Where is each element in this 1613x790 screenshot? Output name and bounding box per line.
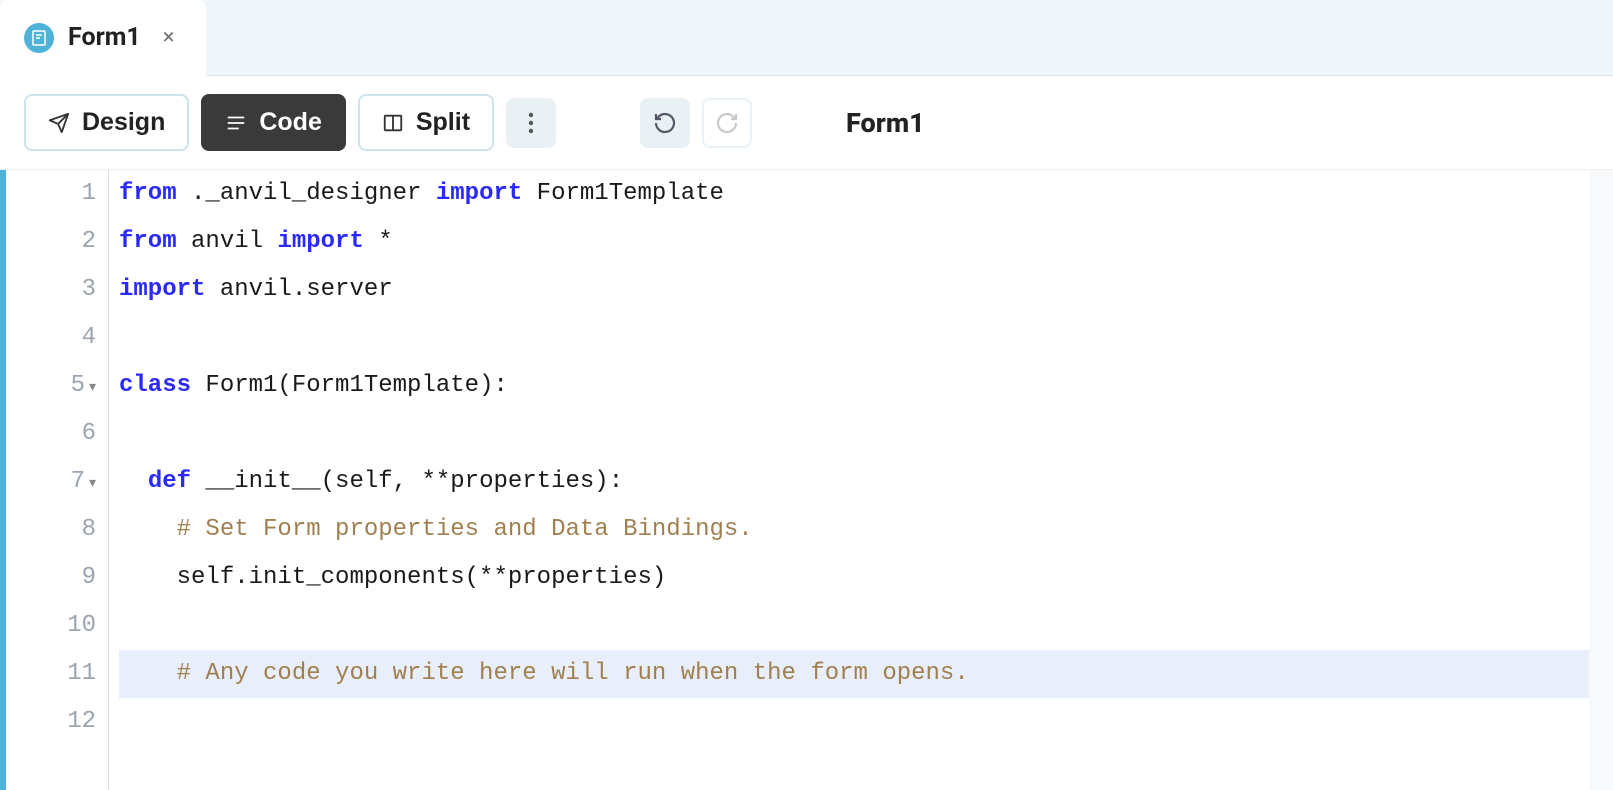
lines-icon — [225, 112, 247, 134]
tab-title: Form1 — [68, 23, 141, 52]
undo-icon — [653, 111, 677, 135]
form-icon — [24, 23, 54, 53]
code-editor[interactable]: 12345▾67▾89101112 from ._anvil_designer … — [0, 170, 1613, 790]
line-number: 4 — [30, 314, 96, 362]
line-number: 11 — [30, 650, 96, 698]
code-line[interactable]: from ._anvil_designer import Form1Templa… — [119, 170, 1589, 218]
line-number: 5▾ — [30, 362, 96, 410]
line-number: 9 — [30, 554, 96, 602]
line-number: 3 — [30, 266, 96, 314]
line-number: 1 — [30, 170, 96, 218]
fold-indicator[interactable]: ▾ — [89, 380, 96, 396]
close-icon[interactable]: × — [155, 21, 183, 54]
fold-indicator[interactable]: ▾ — [89, 476, 96, 492]
code-line[interactable] — [119, 314, 1589, 362]
kebab-icon — [528, 112, 534, 134]
code-area[interactable]: from ._anvil_designer import Form1Templa… — [108, 170, 1589, 790]
code-line[interactable] — [119, 698, 1589, 746]
split-button[interactable]: Split — [358, 94, 494, 151]
code-line[interactable] — [119, 602, 1589, 650]
line-number: 12 — [30, 698, 96, 746]
split-icon — [382, 112, 404, 134]
redo-icon — [715, 111, 739, 135]
code-line[interactable]: self.init_components(**properties) — [119, 554, 1589, 602]
line-number: 10 — [30, 602, 96, 650]
design-button[interactable]: Design — [24, 94, 189, 151]
line-number: 8 — [30, 506, 96, 554]
more-button[interactable] — [506, 98, 556, 148]
plane-icon — [48, 112, 70, 134]
code-label: Code — [259, 108, 322, 137]
tab-bar: Form1 × — [0, 0, 1613, 76]
code-button[interactable]: Code — [201, 94, 346, 151]
code-line[interactable]: from anvil import * — [119, 218, 1589, 266]
toolbar: Design Code Split Form1 — [0, 76, 1613, 170]
code-line[interactable]: import anvil.server — [119, 266, 1589, 314]
design-label: Design — [82, 108, 165, 137]
code-line[interactable]: def __init__(self, **properties): — [119, 458, 1589, 506]
split-label: Split — [416, 108, 470, 137]
line-number: 2 — [30, 218, 96, 266]
code-line[interactable]: class Form1(Form1Template): — [119, 362, 1589, 410]
code-line[interactable]: # Set Form properties and Data Bindings. — [119, 506, 1589, 554]
line-number: 7▾ — [30, 458, 96, 506]
code-line[interactable] — [119, 410, 1589, 458]
tab-form1[interactable]: Form1 × — [0, 0, 206, 76]
code-line[interactable]: # Any code you write here will run when … — [119, 650, 1589, 698]
breadcrumb-title: Form1 — [846, 107, 925, 139]
line-number: 6 — [30, 410, 96, 458]
scrollbar[interactable] — [1589, 170, 1613, 790]
undo-button[interactable] — [640, 98, 690, 148]
line-gutter: 12345▾67▾89101112 — [30, 170, 108, 790]
redo-button[interactable] — [702, 98, 752, 148]
